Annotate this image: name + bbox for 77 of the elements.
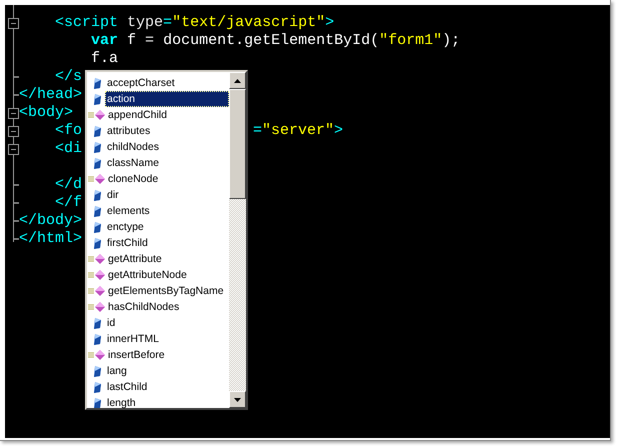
completion-item[interactable]: childNodes bbox=[105, 139, 229, 155]
cube-icon bbox=[94, 222, 101, 232]
up-arrow-icon bbox=[234, 78, 241, 82]
method-icon bbox=[88, 286, 105, 296]
code-token: = bbox=[163, 14, 172, 31]
code-token: </head> bbox=[19, 86, 82, 103]
down-arrow-icon bbox=[234, 398, 241, 402]
scroll-down-button[interactable] bbox=[229, 391, 246, 408]
code-token: <body> bbox=[19, 104, 74, 121]
code-token: </s bbox=[54, 68, 82, 85]
cube-icon bbox=[94, 126, 101, 136]
code-token: f.a bbox=[90, 50, 118, 67]
code-token: "server" bbox=[262, 122, 334, 139]
cube-icon bbox=[94, 190, 101, 200]
completion-item[interactable]: dir bbox=[105, 187, 229, 203]
completion-item[interactable]: innerHTML bbox=[105, 331, 229, 347]
completion-item[interactable]: lastChild bbox=[105, 379, 229, 395]
completion-item[interactable]: getAttribute bbox=[106, 251, 229, 267]
code-token: var bbox=[90, 32, 118, 49]
code-token: = bbox=[145, 32, 154, 49]
completion-item[interactable]: firstChild bbox=[105, 235, 229, 251]
completion-item[interactable]: getElementsByTagName bbox=[106, 283, 229, 299]
code-token: = bbox=[253, 122, 262, 139]
cube-icon bbox=[94, 206, 101, 216]
cube-icon bbox=[94, 78, 101, 88]
cube-icon bbox=[94, 238, 101, 248]
completion-item[interactable]: cloneNode bbox=[106, 171, 229, 187]
code-token: type bbox=[126, 14, 164, 31]
completion-item[interactable]: action bbox=[105, 91, 229, 107]
cube-icon bbox=[94, 382, 101, 392]
completion-item[interactable]: hasChildNodes bbox=[106, 299, 229, 315]
method-icon bbox=[88, 110, 105, 120]
scroll-thumb[interactable] bbox=[229, 89, 246, 199]
completion-item[interactable]: appendChild bbox=[106, 107, 229, 123]
code-token: ); bbox=[442, 32, 460, 49]
completion-item[interactable]: enctype bbox=[105, 219, 229, 235]
collapse-icon[interactable] bbox=[8, 126, 19, 136]
completion-item[interactable]: elements bbox=[105, 203, 229, 219]
code-token: "form1" bbox=[379, 32, 442, 49]
code-token: document.getElementById( bbox=[162, 32, 380, 49]
completion-item[interactable]: insertBefore bbox=[106, 347, 229, 363]
code-token: <di bbox=[54, 140, 82, 157]
completion-item[interactable]: className bbox=[105, 155, 229, 171]
cube-icon bbox=[94, 366, 101, 376]
completion-item[interactable]: attributes bbox=[105, 123, 229, 139]
code-token: "text/javascript" bbox=[172, 14, 326, 31]
completion-item[interactable]: id bbox=[105, 315, 229, 331]
code-token: </body> bbox=[19, 212, 82, 229]
code-token: <fo bbox=[54, 122, 82, 139]
collapse-icon[interactable] bbox=[8, 18, 19, 28]
scrollbar[interactable] bbox=[229, 72, 246, 408]
cube-icon bbox=[94, 398, 101, 408]
cube-icon bbox=[94, 158, 101, 168]
completion-item[interactable]: lang bbox=[105, 363, 229, 379]
collapse-icon[interactable] bbox=[8, 108, 19, 118]
code-token: > bbox=[334, 122, 344, 139]
method-icon bbox=[88, 350, 105, 360]
completion-item[interactable]: acceptCharset bbox=[105, 75, 229, 91]
scroll-up-button[interactable] bbox=[229, 72, 246, 89]
collapse-icon[interactable] bbox=[8, 144, 19, 154]
code-token: > bbox=[325, 14, 334, 31]
cube-icon bbox=[94, 334, 101, 344]
code-token: f bbox=[126, 32, 138, 49]
cube-icon bbox=[94, 94, 101, 104]
code-token: </d bbox=[54, 176, 82, 193]
autocomplete-list[interactable] bbox=[85, 70, 248, 410]
code-token: </f bbox=[54, 194, 82, 211]
code-token: </html> bbox=[19, 230, 82, 247]
method-icon bbox=[88, 174, 105, 184]
completion-item[interactable]: length bbox=[105, 395, 229, 408]
completion-item[interactable]: getAttributeNode bbox=[106, 267, 229, 283]
method-icon bbox=[88, 254, 105, 264]
code-token: <script bbox=[54, 14, 118, 31]
cube-icon bbox=[94, 318, 101, 328]
method-icon bbox=[88, 302, 105, 312]
cube-icon bbox=[94, 142, 101, 152]
method-icon bbox=[88, 270, 105, 280]
